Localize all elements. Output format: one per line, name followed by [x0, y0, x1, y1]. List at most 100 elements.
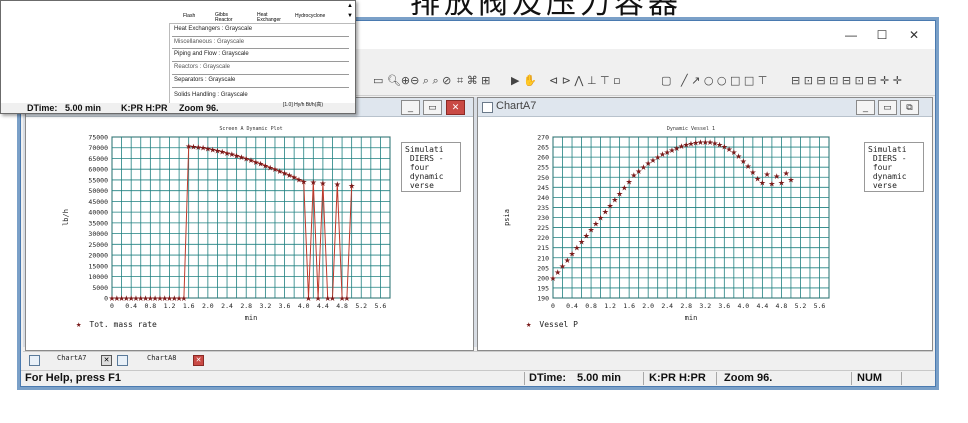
x-tick-label: 1.6 [623, 302, 635, 310]
palette-dtime-value: 5.00 min [65, 103, 102, 113]
x-axis-label: min [685, 314, 698, 322]
chart-right-legend-box: Simulati DIERS - four dynamic verse [864, 142, 924, 192]
chart-window-right[interactable]: ChartA7 _ ▭ ⧉ 190 195 200 205 210 215 220 225 23… [477, 97, 933, 351]
close-button[interactable]: ✕ [904, 27, 924, 43]
x-tick-label: 3.6 [718, 302, 730, 310]
palette-dtime-label: DTime: [27, 103, 58, 113]
y-tick-label: 245 [537, 184, 549, 192]
y-tick-label: 45000 [88, 198, 108, 206]
x-tick-label: 1.6 [183, 302, 195, 310]
x-tick-label: 2.4 [661, 302, 673, 310]
palette-icon-label[interactable]: Heat Exchanger [257, 13, 285, 23]
tab-charta8[interactable]: ChartA8 [147, 354, 177, 362]
data-point-star: ★ [759, 178, 766, 187]
data-point-star: ★ [305, 294, 312, 303]
y-tick-label: 70000 [88, 144, 108, 152]
palette-category[interactable]: Miscellaneous : Grayscale [174, 39, 244, 45]
y-tick-label: 55000 [88, 176, 108, 184]
child-minimize-button[interactable]: _ [856, 100, 875, 115]
data-point-star: ★ [180, 294, 187, 303]
y-tick-label: 200 [537, 274, 549, 282]
chart-window-right-titlebar[interactable]: ChartA7 _ ▭ ⧉ [478, 98, 932, 117]
data-point-star: ★ [764, 170, 771, 179]
status-num: NUM [857, 372, 883, 384]
palette-category[interactable]: Piping and Flow : Grayscale [174, 51, 249, 57]
child-minimize-button[interactable]: _ [401, 100, 420, 115]
child-close-button[interactable]: ✕ [446, 100, 465, 115]
data-point-star: ★ [334, 180, 341, 189]
y-axis-label: lb/h [62, 209, 70, 226]
x-tick-label: 0.8 [144, 302, 156, 310]
x-tick-label: 0 [110, 302, 114, 310]
x-tick-label: 4.4 [757, 302, 769, 310]
child-maximize-button[interactable]: ▭ [878, 100, 897, 115]
y-tick-label: 240 [537, 194, 549, 202]
mdi-client-area: _ ▭ ✕ 0 5000 10000 15000 20000 25000 30000 3500… [23, 97, 933, 351]
chart-title: Screen A Dynamic Plot [219, 126, 282, 132]
chart-window-icon [482, 102, 493, 113]
y-tick-label: 15000 [88, 262, 108, 270]
chart-tab-icon [117, 355, 128, 366]
chart-left-series-legend-label: Tot. mass rate [89, 320, 157, 329]
y-tick-label: 190 [537, 295, 549, 303]
x-tick-label: 5.2 [355, 302, 367, 310]
star-marker-icon: ★ [76, 320, 82, 330]
scroll-arrow-icon[interactable]: ▲ [347, 3, 353, 9]
grid-tools-icon[interactable]: ⌗ ⌘ ⊞ [457, 74, 490, 88]
palette-category[interactable]: Reactors : Grayscale [174, 64, 230, 70]
y-tick-label: 205 [537, 264, 549, 272]
x-tick-label: 2.8 [240, 302, 252, 310]
chart-title: Dynamic Vessel 1 [667, 126, 715, 132]
palette-icon-row: Flash Gibbs Reactor Heat Exchanger Hydro… [169, 1, 355, 24]
palette-icon-label[interactable]: Gibbs Reactor [215, 13, 243, 23]
tab-charta7[interactable]: ChartA7 [57, 354, 87, 362]
layout-tools-icon[interactable]: ⊟ ⊡ ⊟ ⊡ ⊟ ⊡ ⊟ ✛ ✛ [791, 74, 902, 87]
data-point-star: ★ [300, 177, 307, 186]
y-tick-label: 10000 [88, 273, 108, 281]
minimize-button[interactable]: — [841, 27, 861, 43]
data-point-star: ★ [778, 178, 785, 187]
palette-category[interactable]: Separators : Grayscale [174, 77, 235, 83]
background-heading: 排放阀及压力容器 [410, 0, 682, 21]
palette-category[interactable]: Heat Exchangers : Grayscale [174, 26, 252, 32]
data-point-star: ★ [343, 294, 350, 303]
x-tick-label: 0.4 [125, 302, 137, 310]
chart-left-legend-box: Simulati DIERS - four dynamic verse [401, 142, 461, 192]
align-tools-icon[interactable]: ⊲ ⊳ ⋀ ⊥ ⊤ ▫ [549, 74, 621, 87]
chart-window-left[interactable]: _ ▭ ✕ 0 5000 10000 15000 20000 25000 30000 3500… [25, 97, 474, 351]
y-tick-label: 210 [537, 254, 549, 262]
x-tick-label: 0.8 [585, 302, 597, 310]
palette-zoom: Zoom 96. [179, 103, 219, 113]
y-tick-label: 60000 [88, 166, 108, 174]
select-tools-icon[interactable]: ▶ ✋ [511, 74, 537, 87]
chart-right-series-legend-label: Vessel P [539, 320, 578, 329]
x-tick-label: 2.0 [202, 302, 214, 310]
y-tick-label: 20000 [88, 252, 108, 260]
object-palette-window[interactable]: Flash Gibbs Reactor Heat Exchanger Hydro… [0, 0, 356, 114]
palette-category[interactable]: Solids Handling : Grayscale [174, 92, 248, 98]
x-tick-label: 5.2 [795, 302, 807, 310]
tab-close-icon[interactable]: ✕ [193, 355, 204, 366]
chart-right-series-legend: ★ Vessel P [526, 320, 578, 330]
palette-icon-label[interactable]: Flash [183, 13, 195, 19]
x-tick-label: 5.6 [375, 302, 387, 310]
palette-icon-label[interactable]: Hydrocyclone [295, 13, 325, 19]
y-tick-label: 195 [537, 284, 549, 292]
child-maximize-button[interactable]: ▭ [423, 100, 442, 115]
child-restore-button[interactable]: ⧉ [900, 100, 919, 115]
data-point-star: ★ [315, 294, 322, 303]
tab-close-icon[interactable]: ✕ [101, 355, 112, 366]
x-tick-label: 2.8 [680, 302, 692, 310]
x-tick-label: 1.2 [164, 302, 176, 310]
x-tick-label: 5.6 [814, 302, 826, 310]
x-tick-label: 3.2 [260, 302, 272, 310]
maximize-button[interactable]: ☐ [872, 27, 892, 43]
x-tick-label: 2.0 [642, 302, 654, 310]
scroll-arrow-icon[interactable]: ▼ [347, 13, 353, 19]
y-tick-label: 75000 [88, 134, 108, 142]
zoom-tools-icon[interactable]: ▭ 🔍︎⊕⊖ ⌕ ⌕ ⊘ [373, 74, 451, 88]
fill-color-icon[interactable]: ▢ [661, 74, 671, 87]
draw-tools-icon[interactable]: ╱ ↗ ○ ○ □ □ ⊤ [681, 74, 767, 87]
chart-tab-icon [29, 355, 40, 366]
y-tick-label: 250 [537, 174, 549, 182]
